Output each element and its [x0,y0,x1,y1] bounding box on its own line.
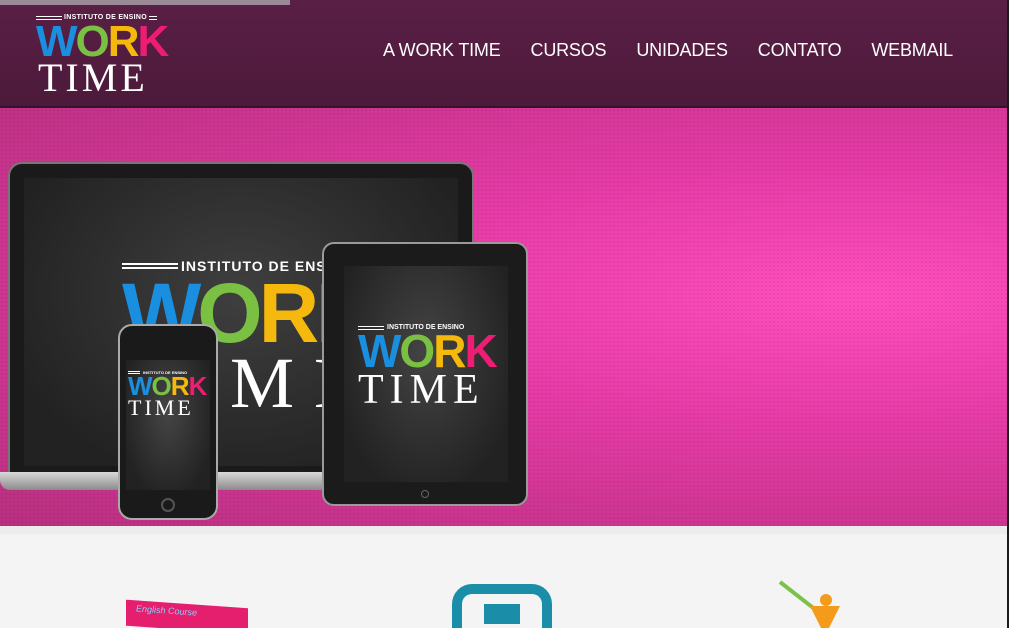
page: INSTITUTO DE ENSINO WORK TIME A WORK TIM… [0,0,1009,628]
nav-item-a-work-time[interactable]: A WORK TIME [383,40,501,61]
tablet-icon: INSTITUTO DE ENSINO WORK TIME [322,242,528,506]
shield-icon[interactable] [452,584,552,628]
nav-item-contato[interactable]: CONTATO [758,40,842,61]
tablet-home-button [421,490,429,498]
logo-time: TIME [38,55,148,100]
tablet-logo: INSTITUTO DE ENSINO WORK TIME [358,324,498,413]
site-header: INSTITUTO DE ENSINO WORK TIME A WORK TIM… [0,0,1009,108]
smartphone-icon: INSTITUTO DE ENSINO WORK TIME [118,324,218,520]
nav-item-cursos[interactable]: CURSOS [531,40,607,61]
main-nav: A WORK TIME CURSOS UNIDADES CONTATO WEBM… [383,40,953,61]
person-arrow-icon[interactable] [778,580,850,628]
phone-home-button [161,498,175,512]
nav-item-webmail[interactable]: WEBMAIL [871,40,953,61]
phone-logo: INSTITUTO DE ENSINO WORK TIME [128,370,207,420]
nav-item-unidades[interactable]: UNIDADES [636,40,728,61]
loading-bar [0,0,290,5]
site-logo[interactable]: INSTITUTO DE ENSINO WORK TIME [36,14,169,100]
hero-banner: INSTITUTO DE ENSINO WORK TIME INSTITUTO … [0,108,1007,526]
